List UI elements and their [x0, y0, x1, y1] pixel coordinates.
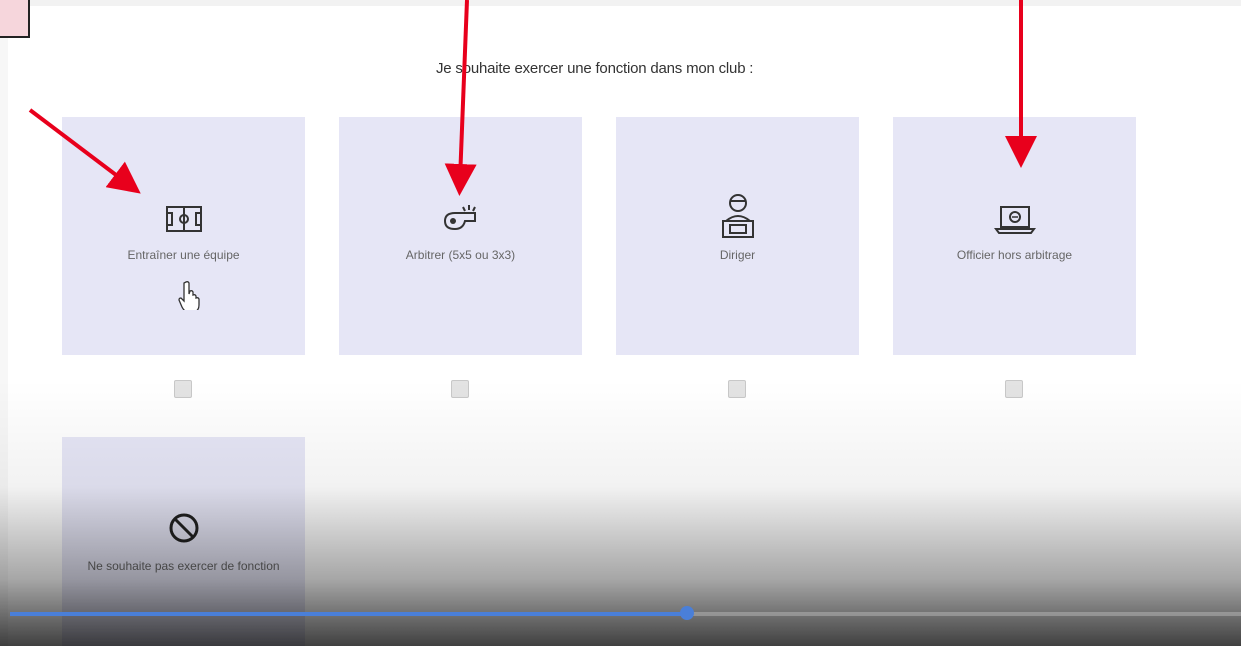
hand-cursor-icon	[178, 280, 202, 315]
option-label: Officier hors arbitrage	[956, 248, 1073, 262]
manager-desk-icon	[616, 191, 859, 238]
option-checkbox-officier[interactable]	[1005, 380, 1023, 398]
option-card-diriger[interactable]: Diriger	[616, 117, 859, 355]
whistle-icon	[339, 201, 582, 241]
option-label: Diriger	[719, 248, 756, 262]
option-label: Arbitrer (5x5 ou 3x3)	[405, 248, 516, 262]
option-card-officier[interactable]: Officier hors arbitrage	[893, 117, 1136, 355]
option-card-arbitrer[interactable]: Arbitrer (5x5 ou 3x3)	[339, 117, 582, 355]
option-card-entrainer[interactable]: Entraîner une équipe	[62, 117, 305, 355]
laptop-icon	[893, 201, 1136, 241]
video-progress-fill	[10, 612, 687, 616]
option-checkbox-diriger[interactable]	[728, 380, 746, 398]
option-checkbox-entrainer[interactable]	[174, 380, 192, 398]
court-icon	[62, 201, 305, 241]
video-progress-handle[interactable]	[680, 606, 694, 620]
top-border	[0, 0, 1241, 6]
option-label: Entraîner une équipe	[127, 248, 240, 262]
annotation-box	[0, 0, 30, 38]
prohibited-icon	[62, 511, 305, 551]
question-prompt: Je souhaite exercer une fonction dans mo…	[436, 60, 754, 77]
option-label: Ne souhaite pas exercer de fonction	[87, 559, 280, 573]
option-checkbox-arbitrer[interactable]	[451, 380, 469, 398]
left-border	[0, 0, 8, 646]
